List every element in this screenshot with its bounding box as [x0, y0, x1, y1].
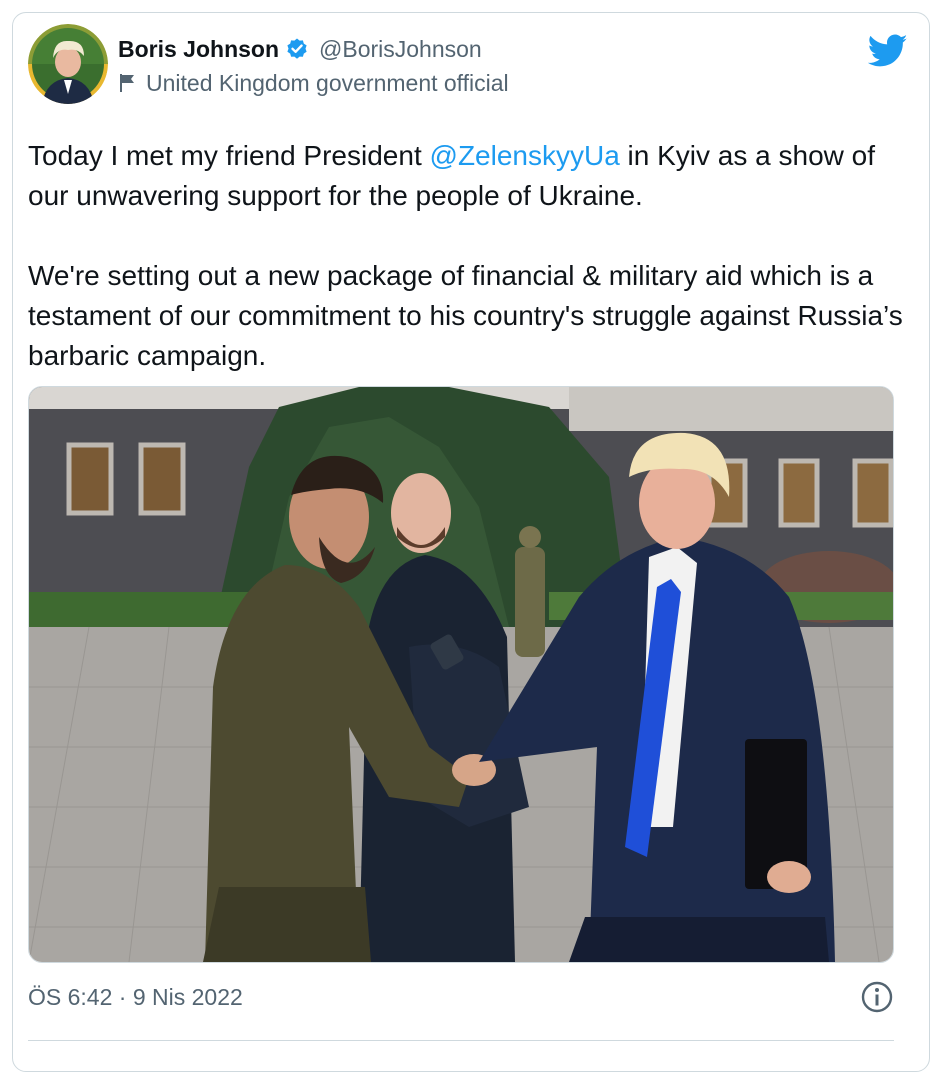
affiliation-label: United Kingdom government official	[146, 69, 509, 96]
display-name[interactable]: Boris Johnson	[118, 36, 279, 63]
verified-badge-icon	[285, 37, 309, 61]
tweet-paragraph-1: Today I met my friend President @Zelensk…	[28, 136, 908, 216]
flag-icon	[118, 73, 136, 93]
tweet-text-part: Today I met my friend President	[28, 140, 430, 171]
footer-divider	[28, 1040, 894, 1041]
timestamp[interactable]: ÖS 6:42 · 9 Nis 2022	[28, 984, 243, 1011]
handle[interactable]: @BorisJohnson	[319, 36, 482, 63]
mention-link[interactable]: @ZelenskyyUa	[430, 140, 620, 171]
tweet-text: Today I met my friend President @Zelensk…	[28, 136, 908, 376]
avatar[interactable]	[28, 24, 108, 104]
tweet-footer: ÖS 6:42 · 9 Nis 2022	[28, 980, 894, 1020]
author-block: Boris Johnson @BorisJohnson United Kingd…	[118, 34, 509, 98]
tweet-photo[interactable]	[28, 386, 894, 963]
tweet-paragraph-2: We're setting out a new package of finan…	[28, 260, 903, 371]
info-icon[interactable]	[860, 980, 894, 1014]
tweet-header: Boris Johnson @BorisJohnson United Kingd…	[28, 24, 908, 114]
twitter-bird-icon[interactable]	[867, 34, 908, 68]
